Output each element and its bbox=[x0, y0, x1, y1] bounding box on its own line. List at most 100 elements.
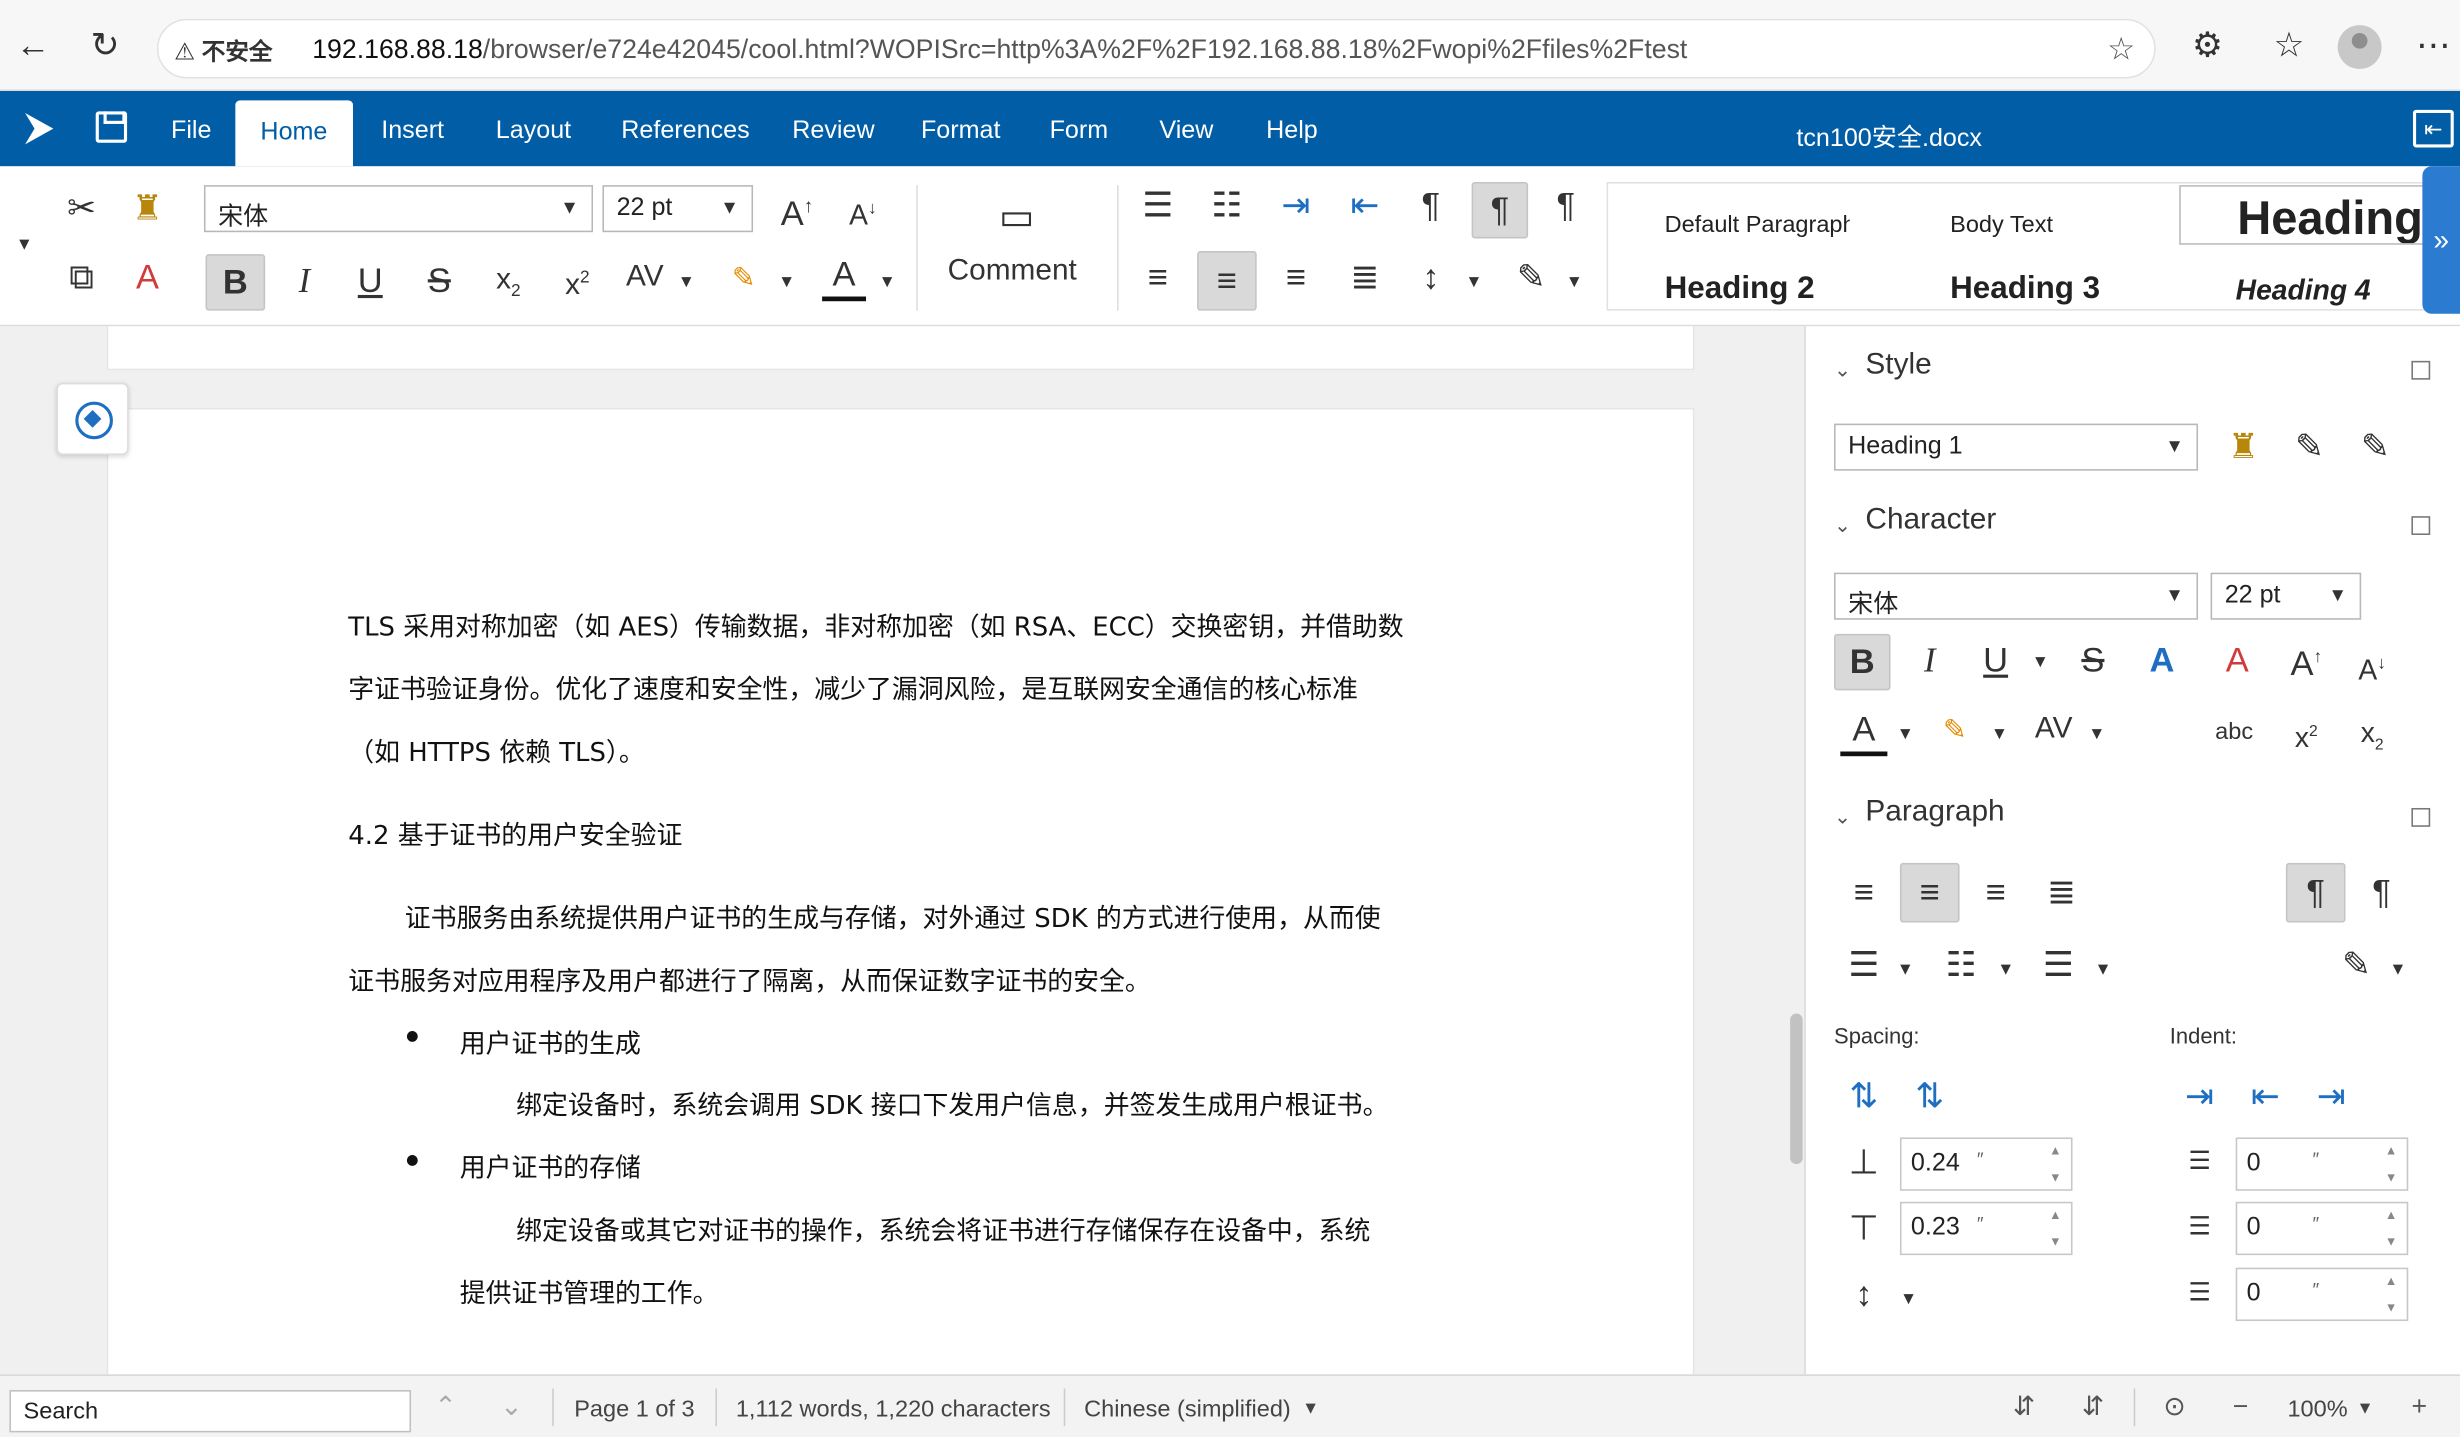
chevron-down-icon[interactable]: ▼ bbox=[1897, 960, 1914, 979]
sidebar-paragraph-bg-icon[interactable]: ✎ bbox=[2333, 941, 2380, 988]
chevron-down-icon[interactable]: ▼ bbox=[1302, 1399, 1319, 1418]
sidebar-font-combo[interactable]: 宋体 ▼ bbox=[1834, 572, 2199, 620]
align-right-icon[interactable]: ≡ bbox=[1274, 257, 1318, 301]
paragraph-style-combo[interactable]: Heading 1 ▼ bbox=[1834, 423, 2199, 471]
paragraph-line[interactable]: TLS 采用对称加密（如 AES）传输数据，非对称加密（如 RSA、ECC）交换… bbox=[348, 606, 1403, 644]
search-up-icon[interactable]: ⌃ bbox=[427, 1388, 465, 1426]
language-selector[interactable]: Chinese (simplified) bbox=[1084, 1396, 1291, 1423]
increase-spacing-icon[interactable]: ⇅ bbox=[1840, 1073, 1887, 1120]
sidebar-subscript-icon[interactable]: x2 bbox=[2349, 709, 2396, 756]
copy-icon[interactable]: ⧉ bbox=[60, 257, 104, 301]
justify-icon[interactable]: ≣ bbox=[1343, 257, 1387, 301]
sidebar-change-case-icon[interactable]: abc bbox=[2211, 709, 2258, 756]
chevron-down-icon[interactable]: ⌄ bbox=[1834, 805, 1851, 830]
style-body-text[interactable]: Body Text bbox=[1950, 212, 2053, 239]
paragraph-line[interactable]: 绑定设备时，系统会调用 SDK 接口下发用户信息，并签发生成用户根证书。 bbox=[516, 1084, 1388, 1122]
style-heading-1[interactable]: Heading 1 bbox=[2179, 185, 2429, 245]
font-color-icon[interactable]: A bbox=[822, 254, 867, 302]
spin-up-icon[interactable]: ▲ bbox=[2385, 1274, 2397, 1288]
menu-help[interactable]: Help bbox=[1266, 118, 1318, 146]
chevron-down-icon[interactable]: ▼ bbox=[2094, 960, 2111, 979]
chevron-down-icon[interactable]: ▼ bbox=[1900, 1290, 1917, 1309]
bullet-list-icon[interactable]: ☰ bbox=[1136, 185, 1180, 229]
style-default-paragraph[interactable]: Default Paragraph Style bbox=[1665, 212, 1850, 239]
chevron-down-icon[interactable]: ▼ bbox=[778, 273, 795, 292]
underline-icon[interactable]: U bbox=[348, 260, 392, 304]
grow-font-icon[interactable]: A↑ bbox=[775, 185, 819, 232]
sidebar-ltr-icon[interactable]: ¶ bbox=[2285, 862, 2346, 923]
sidebar-line-spacing-icon[interactable]: ↕ bbox=[1840, 1271, 1887, 1318]
style-heading-4[interactable]: Heading 4 bbox=[2236, 275, 2371, 308]
format-paintbrush-icon[interactable]: ♜ bbox=[2220, 424, 2267, 471]
sidebar-rtl-icon[interactable]: ¶ bbox=[2358, 869, 2405, 916]
sidebar-shadow-icon[interactable]: A bbox=[2138, 637, 2185, 684]
increase-indent-sb-icon[interactable]: ⇥ bbox=[2176, 1073, 2223, 1120]
chevron-down-icon[interactable]: ▼ bbox=[1997, 960, 2014, 979]
sidebar-superscript-icon[interactable]: x2 bbox=[2283, 709, 2330, 756]
font-name-combo[interactable]: 宋体 ▼ bbox=[203, 185, 594, 233]
list-item[interactable]: 用户证书的生成 bbox=[460, 1023, 641, 1061]
spin-up-icon[interactable]: ▲ bbox=[2385, 1144, 2397, 1158]
style-gallery[interactable]: Default Paragraph Style Body Text Headin… bbox=[1606, 181, 2431, 311]
clone-formatting-icon[interactable]: ♜ bbox=[126, 188, 170, 232]
paragraph-line[interactable]: （如 HTTPS 依赖 TLS）。 bbox=[348, 731, 644, 769]
back-arrow-icon[interactable]: ← bbox=[13, 25, 54, 66]
sidebar-underline-icon[interactable]: U bbox=[1972, 637, 2019, 684]
profile-avatar[interactable] bbox=[2337, 25, 2382, 70]
paragraph-line[interactable]: 提供证书管理的工作。 bbox=[460, 1272, 719, 1310]
save-icon[interactable] bbox=[95, 111, 128, 143]
sidebar-char-spacing-icon[interactable]: AV bbox=[2029, 706, 2079, 753]
bold-icon[interactable]: B bbox=[205, 254, 266, 311]
multi-page-view-icon[interactable]: ⇵ bbox=[2005, 1388, 2043, 1426]
menu-format[interactable]: Format bbox=[921, 118, 1000, 146]
paragraph-background-icon[interactable]: ✎ bbox=[1509, 257, 1553, 301]
zoom-level[interactable]: 100% bbox=[2287, 1396, 2347, 1423]
menu-home[interactable]: Home bbox=[235, 100, 353, 167]
document-scrollbar[interactable] bbox=[1790, 1013, 1803, 1165]
sidebar-font-size-combo[interactable]: 22 pt ▼ bbox=[2210, 572, 2362, 620]
style-gallery-expand-icon[interactable]: » bbox=[2422, 166, 2460, 314]
indent-after-spinner[interactable]: 0 ″ ▲ ▼ bbox=[2235, 1201, 2409, 1256]
document-canvas[interactable]: TLS 采用对称加密（如 AES）传输数据，非对称加密（如 RSA、ECC）交换… bbox=[0, 326, 1805, 1375]
navigator-compass-icon[interactable] bbox=[56, 382, 129, 455]
chevron-down-icon[interactable]: ▼ bbox=[2356, 1399, 2373, 1418]
spin-down-icon[interactable]: ▼ bbox=[2385, 1170, 2397, 1184]
menu-file[interactable]: File bbox=[171, 118, 211, 146]
highlight-color-icon[interactable]: ✎ bbox=[722, 257, 766, 301]
menu-insert[interactable]: Insert bbox=[381, 118, 444, 146]
chevron-down-icon[interactable]: ▼ bbox=[1566, 273, 1583, 292]
menu-references[interactable]: References bbox=[621, 118, 749, 146]
italic-icon[interactable]: I bbox=[282, 260, 326, 304]
strikethrough-icon[interactable]: S bbox=[417, 260, 461, 304]
numbered-list-icon[interactable]: ☷ bbox=[1205, 185, 1249, 229]
clear-formatting-icon[interactable]: A bbox=[126, 257, 170, 301]
style-section-title[interactable]: Style bbox=[1865, 348, 1931, 383]
character-section-expand-icon[interactable] bbox=[2411, 516, 2431, 535]
spin-down-icon[interactable]: ▼ bbox=[2385, 1235, 2397, 1249]
menu-review[interactable]: Review bbox=[792, 118, 874, 146]
new-style-icon[interactable]: ✎ bbox=[2352, 424, 2399, 471]
style-heading-3[interactable]: Heading 3 bbox=[1950, 271, 2100, 307]
sidebar-align-right-icon[interactable]: ≡ bbox=[1972, 869, 2019, 916]
paragraph-line[interactable]: 绑定设备或其它对证书的操作，系统会将证书进行存储保存在设备中，系统 bbox=[516, 1210, 1370, 1248]
spacing-below-spinner[interactable]: 0.23 ″ ▲ ▼ bbox=[1899, 1201, 2073, 1256]
section-heading[interactable]: 4.2 基于证书的用户安全验证 bbox=[348, 814, 682, 852]
menu-view[interactable]: View bbox=[1159, 118, 1213, 146]
page-count[interactable]: Page 1 of 3 bbox=[574, 1396, 694, 1423]
word-count[interactable]: 1,112 words, 1,220 characters bbox=[736, 1396, 1051, 1423]
paragraph-line[interactable]: 字证书验证身份。优化了速度和安全性，减少了漏洞风险，是互联网安全通信的核心标准 bbox=[348, 668, 1358, 706]
sidebar-bullet-list-icon[interactable]: ☰ bbox=[1840, 941, 1887, 988]
spin-down-icon[interactable]: ▼ bbox=[2049, 1235, 2061, 1249]
paragraph-line[interactable]: 证书服务由系统提供用户证书的生成与存储，对外通过 SDK 的方式进行使用，从而使 bbox=[405, 897, 1381, 935]
superscript-icon[interactable]: x2 bbox=[555, 257, 599, 301]
spin-up-icon[interactable]: ▲ bbox=[2049, 1208, 2061, 1222]
sidebar-highlight-icon[interactable]: ✎ bbox=[1931, 706, 1978, 753]
more-menu-icon[interactable]: ⋯ bbox=[2413, 25, 2454, 66]
extensions-icon[interactable]: ⚙ bbox=[2187, 25, 2228, 66]
sidebar-toggle-icon[interactable]: ⇤ bbox=[2412, 109, 2454, 148]
reload-icon[interactable]: ↻ bbox=[85, 25, 126, 66]
hanging-indent-icon[interactable]: ⇥ bbox=[2308, 1073, 2355, 1120]
chevron-down-icon[interactable]: ▼ bbox=[1991, 725, 2008, 744]
sidebar-strikethrough-icon[interactable]: S bbox=[2069, 637, 2116, 684]
decrease-spacing-icon[interactable]: ⇅ bbox=[1906, 1073, 1953, 1120]
